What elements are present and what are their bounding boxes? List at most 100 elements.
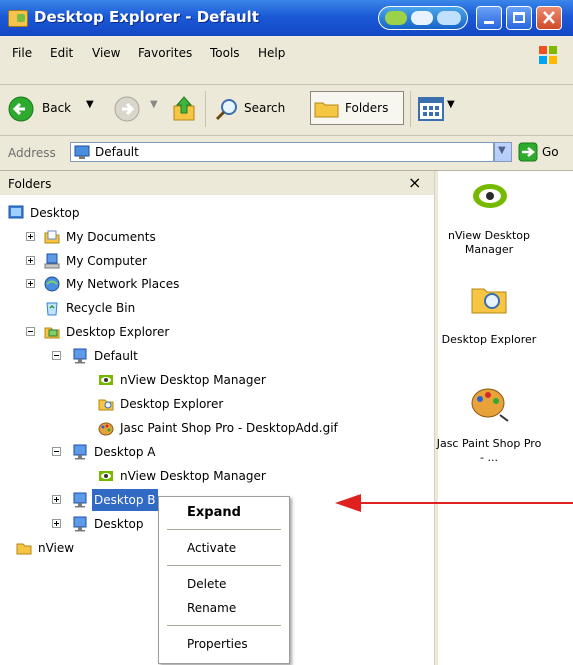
palette-icon bbox=[98, 422, 114, 436]
address-label: Address bbox=[8, 146, 56, 160]
palette-icon bbox=[471, 388, 509, 422]
tree-label: My Documents bbox=[66, 230, 156, 244]
expand-my-documents[interactable] bbox=[26, 232, 35, 241]
back-button[interactable]: Back ▼ bbox=[8, 93, 104, 125]
collapse-desktop-explorer[interactable] bbox=[26, 327, 35, 336]
folders-pane-title: Folders bbox=[8, 177, 52, 191]
tree-label: Jasc Paint Shop Pro - DesktopAdd.gif bbox=[120, 421, 338, 435]
menu-tools[interactable]: Tools bbox=[210, 46, 240, 60]
network-places-icon bbox=[44, 276, 60, 292]
collapse-desktop-a[interactable] bbox=[52, 447, 61, 456]
go-label: Go bbox=[542, 145, 559, 159]
close-x-icon bbox=[543, 11, 555, 24]
maximize-button[interactable] bbox=[506, 6, 532, 30]
tree-label: Recycle Bin bbox=[66, 301, 136, 315]
forward-dropdown-icon[interactable]: ▼ bbox=[150, 99, 158, 110]
context-expand[interactable]: Expand bbox=[187, 505, 241, 520]
minimize-icon bbox=[484, 21, 494, 24]
go-arrow-icon bbox=[518, 142, 538, 162]
address-input[interactable]: Default bbox=[70, 142, 494, 162]
desktop-profile-icon bbox=[73, 516, 87, 532]
minimize-button[interactable] bbox=[476, 6, 502, 30]
toolbar-separator bbox=[205, 91, 206, 127]
windows-flag-icon bbox=[539, 46, 557, 64]
views-dropdown-icon: ▼ bbox=[447, 99, 455, 110]
annotation-arrow-icon bbox=[335, 494, 573, 512]
address-dropdown-icon: ▼ bbox=[498, 145, 506, 156]
forward-arrow-icon[interactable] bbox=[114, 96, 140, 122]
close-button[interactable] bbox=[536, 6, 562, 30]
tree-label: Desktop Explorer bbox=[66, 325, 170, 339]
standard-toolbar: Back ▼ ▼ Search Folders ▼ bbox=[0, 85, 573, 136]
menu-help[interactable]: Help bbox=[258, 46, 285, 60]
file-item-desktop-explorer[interactable]: Desktop Explorer bbox=[438, 277, 573, 377]
tree-label: nView Desktop Manager bbox=[120, 469, 266, 483]
folders-pane-close-icon[interactable]: × bbox=[408, 173, 421, 192]
expand-my-computer[interactable] bbox=[26, 256, 35, 265]
context-activate[interactable]: Activate bbox=[187, 541, 236, 555]
expand-desktop-c[interactable] bbox=[52, 519, 61, 528]
file-item-label: nView Desktop Manager bbox=[448, 229, 530, 256]
title-bar[interactable]: Desktop Explorer - Default bbox=[0, 0, 573, 36]
toolbar-separator-2 bbox=[410, 91, 411, 127]
menu-view[interactable]: View bbox=[92, 46, 120, 60]
go-button[interactable]: Go bbox=[518, 142, 568, 164]
desktop-explorer-icon bbox=[44, 327, 60, 339]
desktop-explorer-window: Desktop Explorer - Default File Edit Vie… bbox=[0, 0, 573, 665]
tree-label: Desktop bbox=[30, 206, 80, 220]
folder-search-icon bbox=[98, 399, 114, 411]
nvidia-eye-icon bbox=[473, 184, 507, 208]
tree-label: Desktop bbox=[94, 517, 144, 531]
maximize-icon bbox=[513, 12, 525, 23]
back-dropdown-icon[interactable]: ▼ bbox=[86, 99, 94, 110]
folder-search-icon bbox=[471, 288, 507, 314]
file-item-jasc[interactable]: Jasc Paint Shop Pro - ... bbox=[437, 383, 573, 483]
desktop-profile-icon bbox=[73, 348, 87, 364]
folders-pane-header: Folders × bbox=[0, 171, 434, 195]
folders-button[interactable]: Folders bbox=[310, 91, 404, 125]
menu-file[interactable]: File bbox=[12, 46, 32, 60]
menu-favorites[interactable]: Favorites bbox=[138, 46, 192, 60]
search-icon bbox=[215, 99, 237, 121]
nview-logo-blue bbox=[437, 11, 461, 25]
context-separator bbox=[167, 625, 281, 626]
desktop-icon bbox=[8, 205, 24, 219]
context-separator bbox=[167, 529, 281, 530]
address-bar: Address Default ▼ Go bbox=[0, 136, 573, 171]
folders-icon bbox=[314, 102, 339, 118]
expand-my-network-places[interactable] bbox=[26, 279, 35, 288]
tree-label: nView Desktop Manager bbox=[120, 373, 266, 387]
search-button[interactable]: Search bbox=[212, 93, 306, 125]
context-delete[interactable]: Delete bbox=[187, 577, 226, 591]
desktop-profile-icon bbox=[73, 444, 87, 460]
window-title: Desktop Explorer - Default bbox=[34, 8, 259, 26]
desktop-small-icon bbox=[74, 145, 90, 159]
address-value: Default bbox=[95, 145, 139, 159]
tree-label: My Network Places bbox=[66, 277, 180, 291]
views-button[interactable]: ▼ bbox=[418, 95, 468, 123]
context-rename[interactable]: Rename bbox=[187, 601, 236, 615]
nview-logo-button[interactable] bbox=[378, 6, 468, 30]
file-item-label: Jasc Paint Shop Pro - ... bbox=[436, 437, 542, 464]
my-documents-icon bbox=[44, 230, 60, 244]
folders-label: Folders bbox=[345, 101, 389, 115]
context-separator bbox=[167, 565, 281, 566]
menu-edit[interactable]: Edit bbox=[50, 46, 73, 60]
folder-icon bbox=[16, 543, 32, 555]
expand-desktop-b[interactable] bbox=[52, 495, 61, 504]
file-item-nview-desktop-manager[interactable]: nView Desktop Manager bbox=[438, 171, 573, 271]
address-dropdown-button[interactable]: ▼ bbox=[494, 142, 512, 162]
collapse-default[interactable] bbox=[52, 351, 61, 360]
tree-label: My Computer bbox=[66, 254, 147, 268]
recycle-bin-icon bbox=[46, 302, 58, 316]
context-properties[interactable]: Properties bbox=[187, 637, 248, 651]
search-label: Search bbox=[244, 101, 286, 115]
nvidia-eye-icon bbox=[99, 375, 113, 385]
desktop-profile-icon bbox=[73, 492, 87, 508]
file-item-label: Desktop Explorer bbox=[441, 333, 537, 346]
up-folder-icon[interactable] bbox=[172, 94, 196, 122]
tree-label: Desktop A bbox=[94, 445, 156, 459]
nview-logo-white bbox=[411, 11, 433, 25]
file-list-pane: nView Desktop Manager Desktop Explorer J… bbox=[437, 171, 573, 665]
back-arrow-icon bbox=[8, 96, 34, 122]
